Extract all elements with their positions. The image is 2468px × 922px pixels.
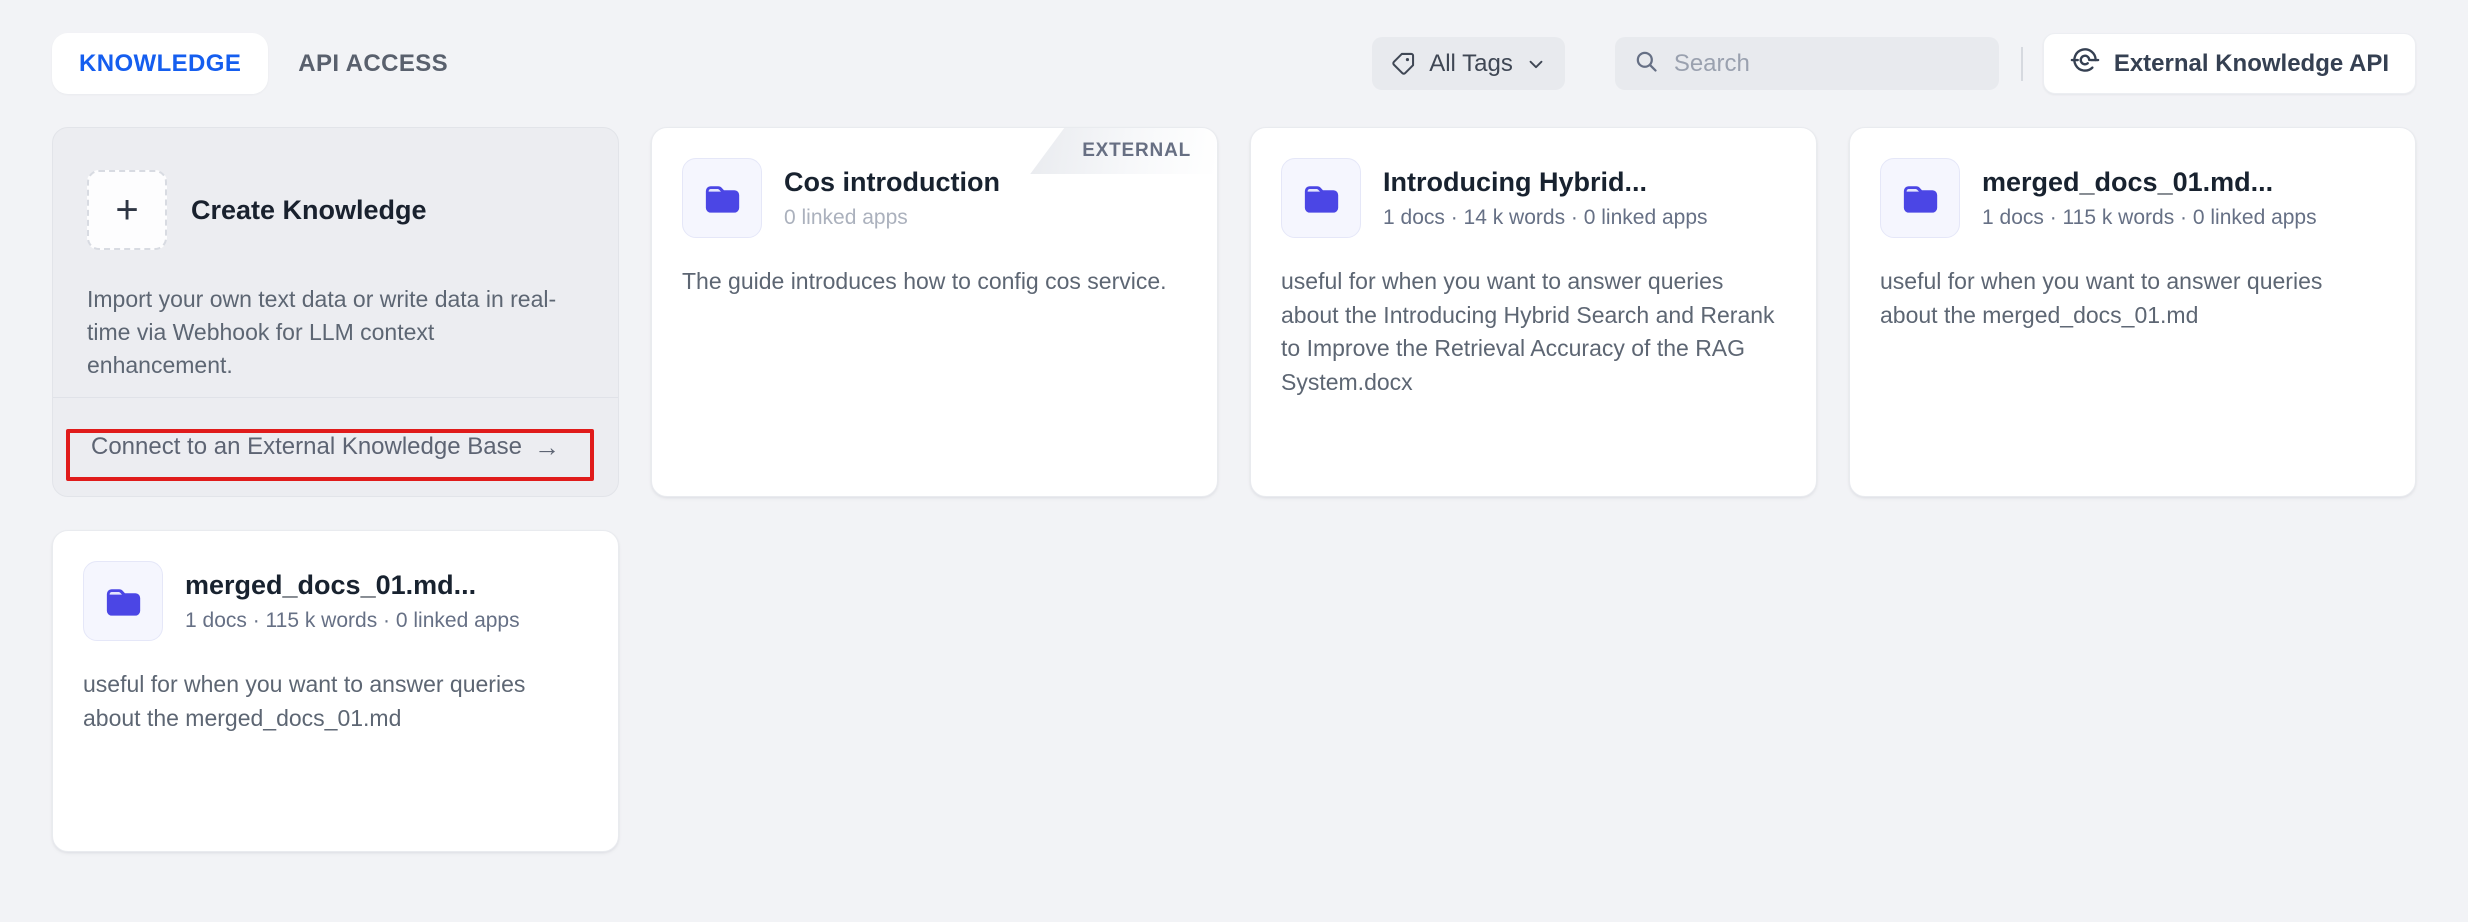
knowledge-card[interactable]: Introducing Hybrid... 1 docs · 14 k word… — [1250, 127, 1817, 497]
create-knowledge-description: Import your own text data or write data … — [53, 283, 618, 382]
search-icon — [1633, 48, 1660, 80]
knowledge-card-description: useful for when you want to answer queri… — [1251, 265, 1816, 399]
folder-icon — [1880, 158, 1960, 238]
knowledge-card-head: merged_docs_01.md... 1 docs · 115 k word… — [53, 531, 618, 641]
folder-icon — [1281, 158, 1361, 238]
header-bar: KNOWLEDGE API ACCESS All Tags — [0, 33, 2468, 94]
knowledge-card-head-text: Cos introduction 0 linked apps — [784, 167, 1000, 230]
external-knowledge-api-button[interactable]: External Knowledge API — [2043, 33, 2416, 94]
tab-knowledge[interactable]: KNOWLEDGE — [52, 33, 268, 94]
knowledge-card[interactable]: merged_docs_01.md... 1 docs · 115 k word… — [52, 530, 619, 852]
external-knowledge-api-label: External Knowledge API — [2114, 50, 2389, 78]
knowledge-card-title: merged_docs_01.md... — [1982, 167, 2317, 198]
plus-icon: + — [87, 170, 167, 250]
knowledge-card-description: The guide introduces how to config cos s… — [652, 265, 1217, 299]
chevron-down-icon — [1525, 53, 1547, 75]
folder-icon — [682, 158, 762, 238]
knowledge-card[interactable]: merged_docs_01.md... 1 docs · 115 k word… — [1849, 127, 2416, 497]
tag-icon — [1390, 50, 1417, 77]
knowledge-card[interactable]: EXTERNAL Cos introduction 0 linked apps … — [651, 127, 1218, 497]
knowledge-card-description: useful for when you want to answer queri… — [1850, 265, 2415, 332]
knowledge-card-title: merged_docs_01.md... — [185, 570, 520, 601]
search-box — [1615, 37, 1999, 90]
knowledge-card-head: merged_docs_01.md... 1 docs · 115 k word… — [1850, 128, 2415, 238]
tab-group: KNOWLEDGE API ACCESS — [52, 33, 448, 94]
create-knowledge-card[interactable]: + Create Knowledge Import your own text … — [52, 127, 619, 497]
knowledge-card-title: Introducing Hybrid... — [1383, 167, 1708, 198]
all-tags-dropdown[interactable]: All Tags — [1372, 37, 1565, 90]
all-tags-label: All Tags — [1429, 50, 1513, 78]
knowledge-card-head-text: Introducing Hybrid... 1 docs · 14 k word… — [1383, 167, 1708, 230]
create-knowledge-title: Create Knowledge — [191, 195, 427, 226]
knowledge-card-stats: 1 docs · 14 k words · 0 linked apps — [1383, 206, 1708, 230]
knowledge-card-stats: 1 docs · 115 k words · 0 linked apps — [1982, 206, 2317, 230]
knowledge-grid: + Create Knowledge Import your own text … — [0, 127, 2468, 852]
search-input[interactable] — [1674, 50, 1981, 78]
knowledge-card-title: Cos introduction — [784, 167, 1000, 198]
knowledge-card-head-text: merged_docs_01.md... 1 docs · 115 k word… — [185, 570, 520, 633]
folder-icon — [83, 561, 163, 641]
connect-external-kb-link[interactable]: Connect to an External Knowledge Base → — [53, 397, 618, 496]
knowledge-card-head-text: merged_docs_01.md... 1 docs · 115 k word… — [1982, 167, 2317, 230]
header-actions: All Tags — [1372, 33, 2416, 94]
knowledge-card-head: Introducing Hybrid... 1 docs · 14 k word… — [1251, 128, 1816, 238]
external-api-icon — [2070, 45, 2100, 82]
knowledge-card-description: useful for when you want to answer queri… — [53, 668, 618, 735]
knowledge-card-stats: 1 docs · 115 k words · 0 linked apps — [185, 609, 520, 633]
header-divider — [2021, 47, 2023, 81]
connect-external-kb-label: Connect to an External Knowledge Base — [91, 433, 522, 461]
arrow-right-icon: → — [534, 432, 560, 463]
knowledge-card-stats: 0 linked apps — [784, 206, 1000, 230]
create-knowledge-head: + Create Knowledge — [53, 128, 618, 250]
tab-api-access[interactable]: API ACCESS — [298, 50, 448, 78]
